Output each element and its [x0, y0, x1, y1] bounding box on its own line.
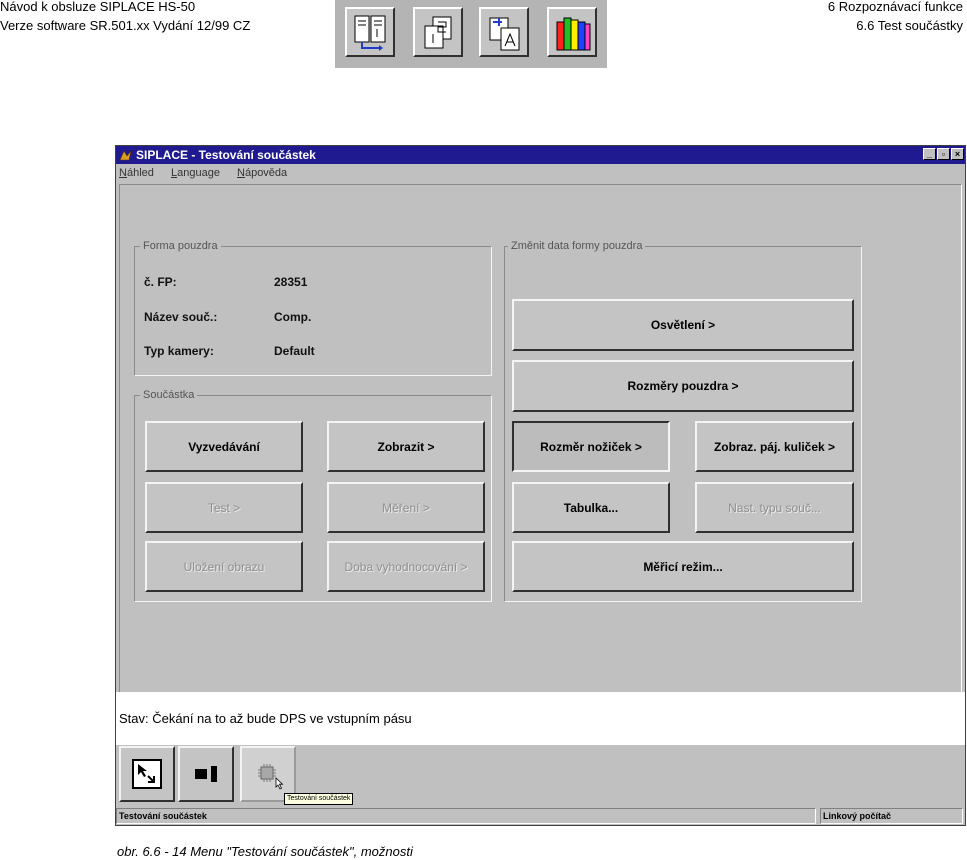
change-form-group-label: Změnit data formy pouzdra	[508, 240, 646, 253]
component-icon	[489, 17, 520, 51]
test-button[interactable]: Test >	[145, 482, 303, 533]
camera-type-value: Default	[274, 344, 315, 358]
display-button[interactable]: Zobrazit >	[327, 421, 485, 472]
pickup-button[interactable]: Vyzvedávání	[145, 421, 303, 472]
evaluation-time-button[interactable]: Doba vyhodnocování >	[327, 541, 485, 592]
app-window: SIPLACE - Testování součástek _ ▫ × Náhl…	[115, 145, 966, 826]
component-type-button[interactable]: Nast. typu souč...	[695, 482, 854, 533]
doc-header-section: 6.6 Test součástky	[856, 18, 963, 33]
lead-dimensions-button[interactable]: Rozměr nožiček >	[512, 421, 670, 472]
package-form-number-value: 28351	[274, 275, 308, 289]
doc-header-version: Verze software SR.501.xx Vydání 12/99 CZ	[0, 18, 251, 33]
window-title: SIPLACE - Testování součástek	[136, 148, 316, 162]
figure-caption: obr. 6.6 - 14 Menu "Testování součástek"…	[117, 844, 413, 859]
component-nav-button[interactable]	[479, 7, 529, 57]
pages-nav-button[interactable]	[413, 7, 463, 57]
table-button[interactable]: Tabulka...	[512, 482, 670, 533]
maximize-button[interactable]: ▫	[937, 148, 950, 160]
close-button[interactable]: ×	[951, 148, 964, 160]
camera-component-icon	[195, 766, 217, 782]
doc-header-chapter: 6 Rozpoznávací funkce	[827, 0, 963, 14]
package-form-group-label: Forma pouzdra	[140, 240, 221, 253]
pointer-mode-button[interactable]	[119, 746, 175, 802]
ball-display-button[interactable]: Zobraz. páj. kuliček >	[695, 421, 854, 472]
component-name-value: Comp.	[274, 310, 312, 324]
status-text: Stav: Čekání na to až bude DPS ve vstupn…	[119, 711, 412, 726]
menu-help[interactable]: Nápověda	[237, 164, 287, 182]
component-group-label: Součástka	[140, 389, 198, 402]
main-panel: Forma pouzdra č. FP: 28351 Název souč.: …	[119, 184, 962, 694]
lighting-button[interactable]: Osvětlení >	[512, 299, 854, 351]
component-test-icon	[258, 764, 284, 790]
package-dimensions-button[interactable]: Rozměry pouzdra >	[512, 360, 854, 412]
toolbar-tooltip: Testování součástek	[284, 793, 354, 805]
books-icon	[556, 17, 591, 51]
window-title-bar: SIPLACE - Testování součástek _ ▫ ×	[116, 146, 965, 164]
pointer-icon	[132, 759, 162, 789]
library-nav-button[interactable]	[547, 7, 597, 57]
save-image-button[interactable]: Uložení obrazu	[145, 541, 303, 592]
doc-nav-strip	[335, 0, 607, 68]
statusbar-right: Linkový počítač	[820, 808, 963, 824]
statusbar-left: Testování součástek	[116, 808, 816, 824]
camera-type-label: Typ kamery:	[144, 344, 214, 358]
pages-icon	[424, 16, 452, 49]
menu-bar: Náhled Language Nápověda	[116, 164, 965, 182]
menu-view[interactable]: Náhled	[119, 164, 154, 182]
status-area: Stav: Čekání na to až bude DPS ve vstupn…	[116, 692, 965, 745]
minimize-button[interactable]: _	[923, 148, 936, 160]
package-form-number-label: č. FP:	[144, 275, 177, 289]
doc-header-title: Návod k obsluze SIPLACE HS-50	[0, 0, 196, 14]
layout-nav-button[interactable]	[345, 7, 395, 57]
component-name-label: Název souč.:	[144, 310, 218, 324]
layout-icon	[354, 15, 386, 51]
measuring-mode-button[interactable]: Měřicí režim...	[512, 541, 854, 592]
siplace-app-icon	[119, 150, 132, 161]
menu-language[interactable]: Language	[171, 164, 220, 182]
camera-component-button[interactable]	[178, 746, 234, 802]
measure-button[interactable]: Měření >	[327, 482, 485, 533]
